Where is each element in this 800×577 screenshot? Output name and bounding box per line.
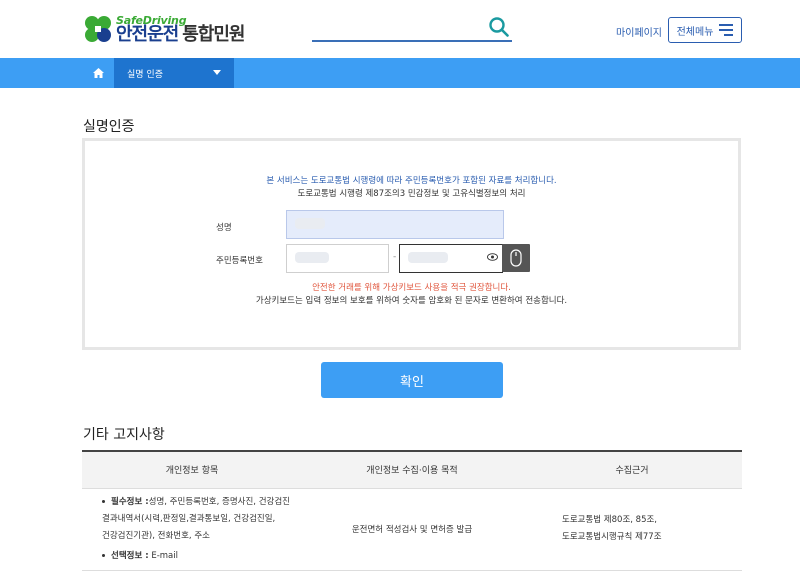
notices-title: 기타 고지사항 — [83, 427, 165, 443]
site-logo[interactable]: SafeDriving 안전운전 통합민원 — [82, 14, 246, 45]
home-icon — [92, 68, 104, 78]
column-header: 수집근거 — [522, 451, 742, 489]
breadcrumb-label: 실명 인증 — [127, 69, 163, 80]
required-line: 성명, 주민등록번호, 증명사진, 건강검진 — [148, 496, 290, 507]
column-header: 개인정보 항목 — [82, 451, 302, 489]
column-header: 개인정보 수집·이용 목적 — [302, 451, 522, 489]
keyboard-warning: 안전한 거래를 위해 가상키보드 사용을 적극 권장합니다. — [312, 283, 511, 293]
basis-line: 도로교통법 제80조, 85조, — [562, 515, 658, 525]
notice-line-2: 도로교통법 시행령 제87조의3 민감정보 및 고유식별정보의 처리 — [297, 189, 526, 199]
site-header: SafeDriving 안전운전 통합민원 마이페이지 전체메뉴 — [0, 0, 800, 58]
confirm-button[interactable]: 확인 — [321, 362, 503, 398]
search-input[interactable] — [312, 16, 482, 38]
search-bar — [312, 16, 512, 42]
hamburger-icon — [719, 24, 734, 36]
page-title: 실명인증 — [83, 119, 135, 135]
rrn-separator: - — [393, 252, 397, 262]
required-label: 필수정보 : — [111, 496, 149, 507]
privacy-notice-table: 개인정보 항목 개인정보 수집·이용 목적 수집근거 필수정보 :성명, 주민등… — [82, 450, 742, 571]
masked-value — [408, 252, 448, 263]
auth-form-box: 본 서비스는 도로교통법 시행령에 따라 주민등록번호가 포함된 자료를 처리합… — [82, 138, 741, 350]
caret-down-icon — [213, 70, 221, 75]
purpose-cell: 운전면허 적성검사 및 면허증 발급 — [302, 488, 522, 571]
home-button[interactable] — [82, 58, 114, 88]
clover-logo-icon — [82, 14, 114, 44]
masked-value — [295, 218, 325, 229]
keyboard-description: 가상키보드는 입력 정보의 보호를 위하여 숫자를 암호화 된 문자로 변환하여… — [255, 296, 568, 306]
allmenu-label: 전체메뉴 — [676, 26, 714, 38]
rrn-second-field[interactable] — [399, 244, 503, 273]
search-icon[interactable] — [488, 16, 510, 38]
required-line: 결과내역서(시력,판정일,결과통보일, 건강검진일, — [102, 513, 276, 524]
mouse-icon — [510, 249, 522, 267]
eye-icon[interactable] — [487, 253, 498, 261]
rrn-label: 주민등록번호 — [216, 256, 263, 266]
breadcrumb-dropdown[interactable]: 실명 인증 — [114, 58, 234, 88]
required-line: 건강검진기관), 전화번호, 주소 — [102, 530, 210, 541]
allmenu-button[interactable]: 전체메뉴 — [668, 17, 742, 43]
virtual-keyboard-button[interactable] — [502, 244, 530, 272]
masked-value — [295, 252, 329, 263]
basis-line: 도로교통법시행규칙 제77조 — [562, 532, 662, 542]
basis-cell: 도로교통법 제80조, 85조, 도로교통법시행규칙 제77조 — [522, 488, 742, 571]
mypage-link[interactable]: 마이페이지 — [616, 24, 662, 39]
logo-subtitle: 통합민원 — [182, 23, 245, 45]
logo-korean: 안전운전 — [116, 23, 179, 45]
name-label: 성명 — [216, 223, 232, 233]
breadcrumb-nav: 실명 인증 — [0, 58, 800, 88]
items-cell: 필수정보 :성명, 주민등록번호, 증명사진, 건강검진 결과내역서(시력,판정… — [82, 488, 302, 571]
name-field[interactable] — [286, 210, 504, 239]
table-row: 필수정보 :성명, 주민등록번호, 증명사진, 건강검진 결과내역서(시력,판정… — [82, 488, 742, 571]
rrn-first-field[interactable] — [286, 244, 389, 273]
notice-line-1: 본 서비스는 도로교통법 시행령에 따라 주민등록번호가 포함된 자료를 처리합… — [266, 176, 557, 186]
optional-value: E-mail — [151, 550, 178, 561]
optional-label: 선택정보 : — [111, 550, 149, 561]
